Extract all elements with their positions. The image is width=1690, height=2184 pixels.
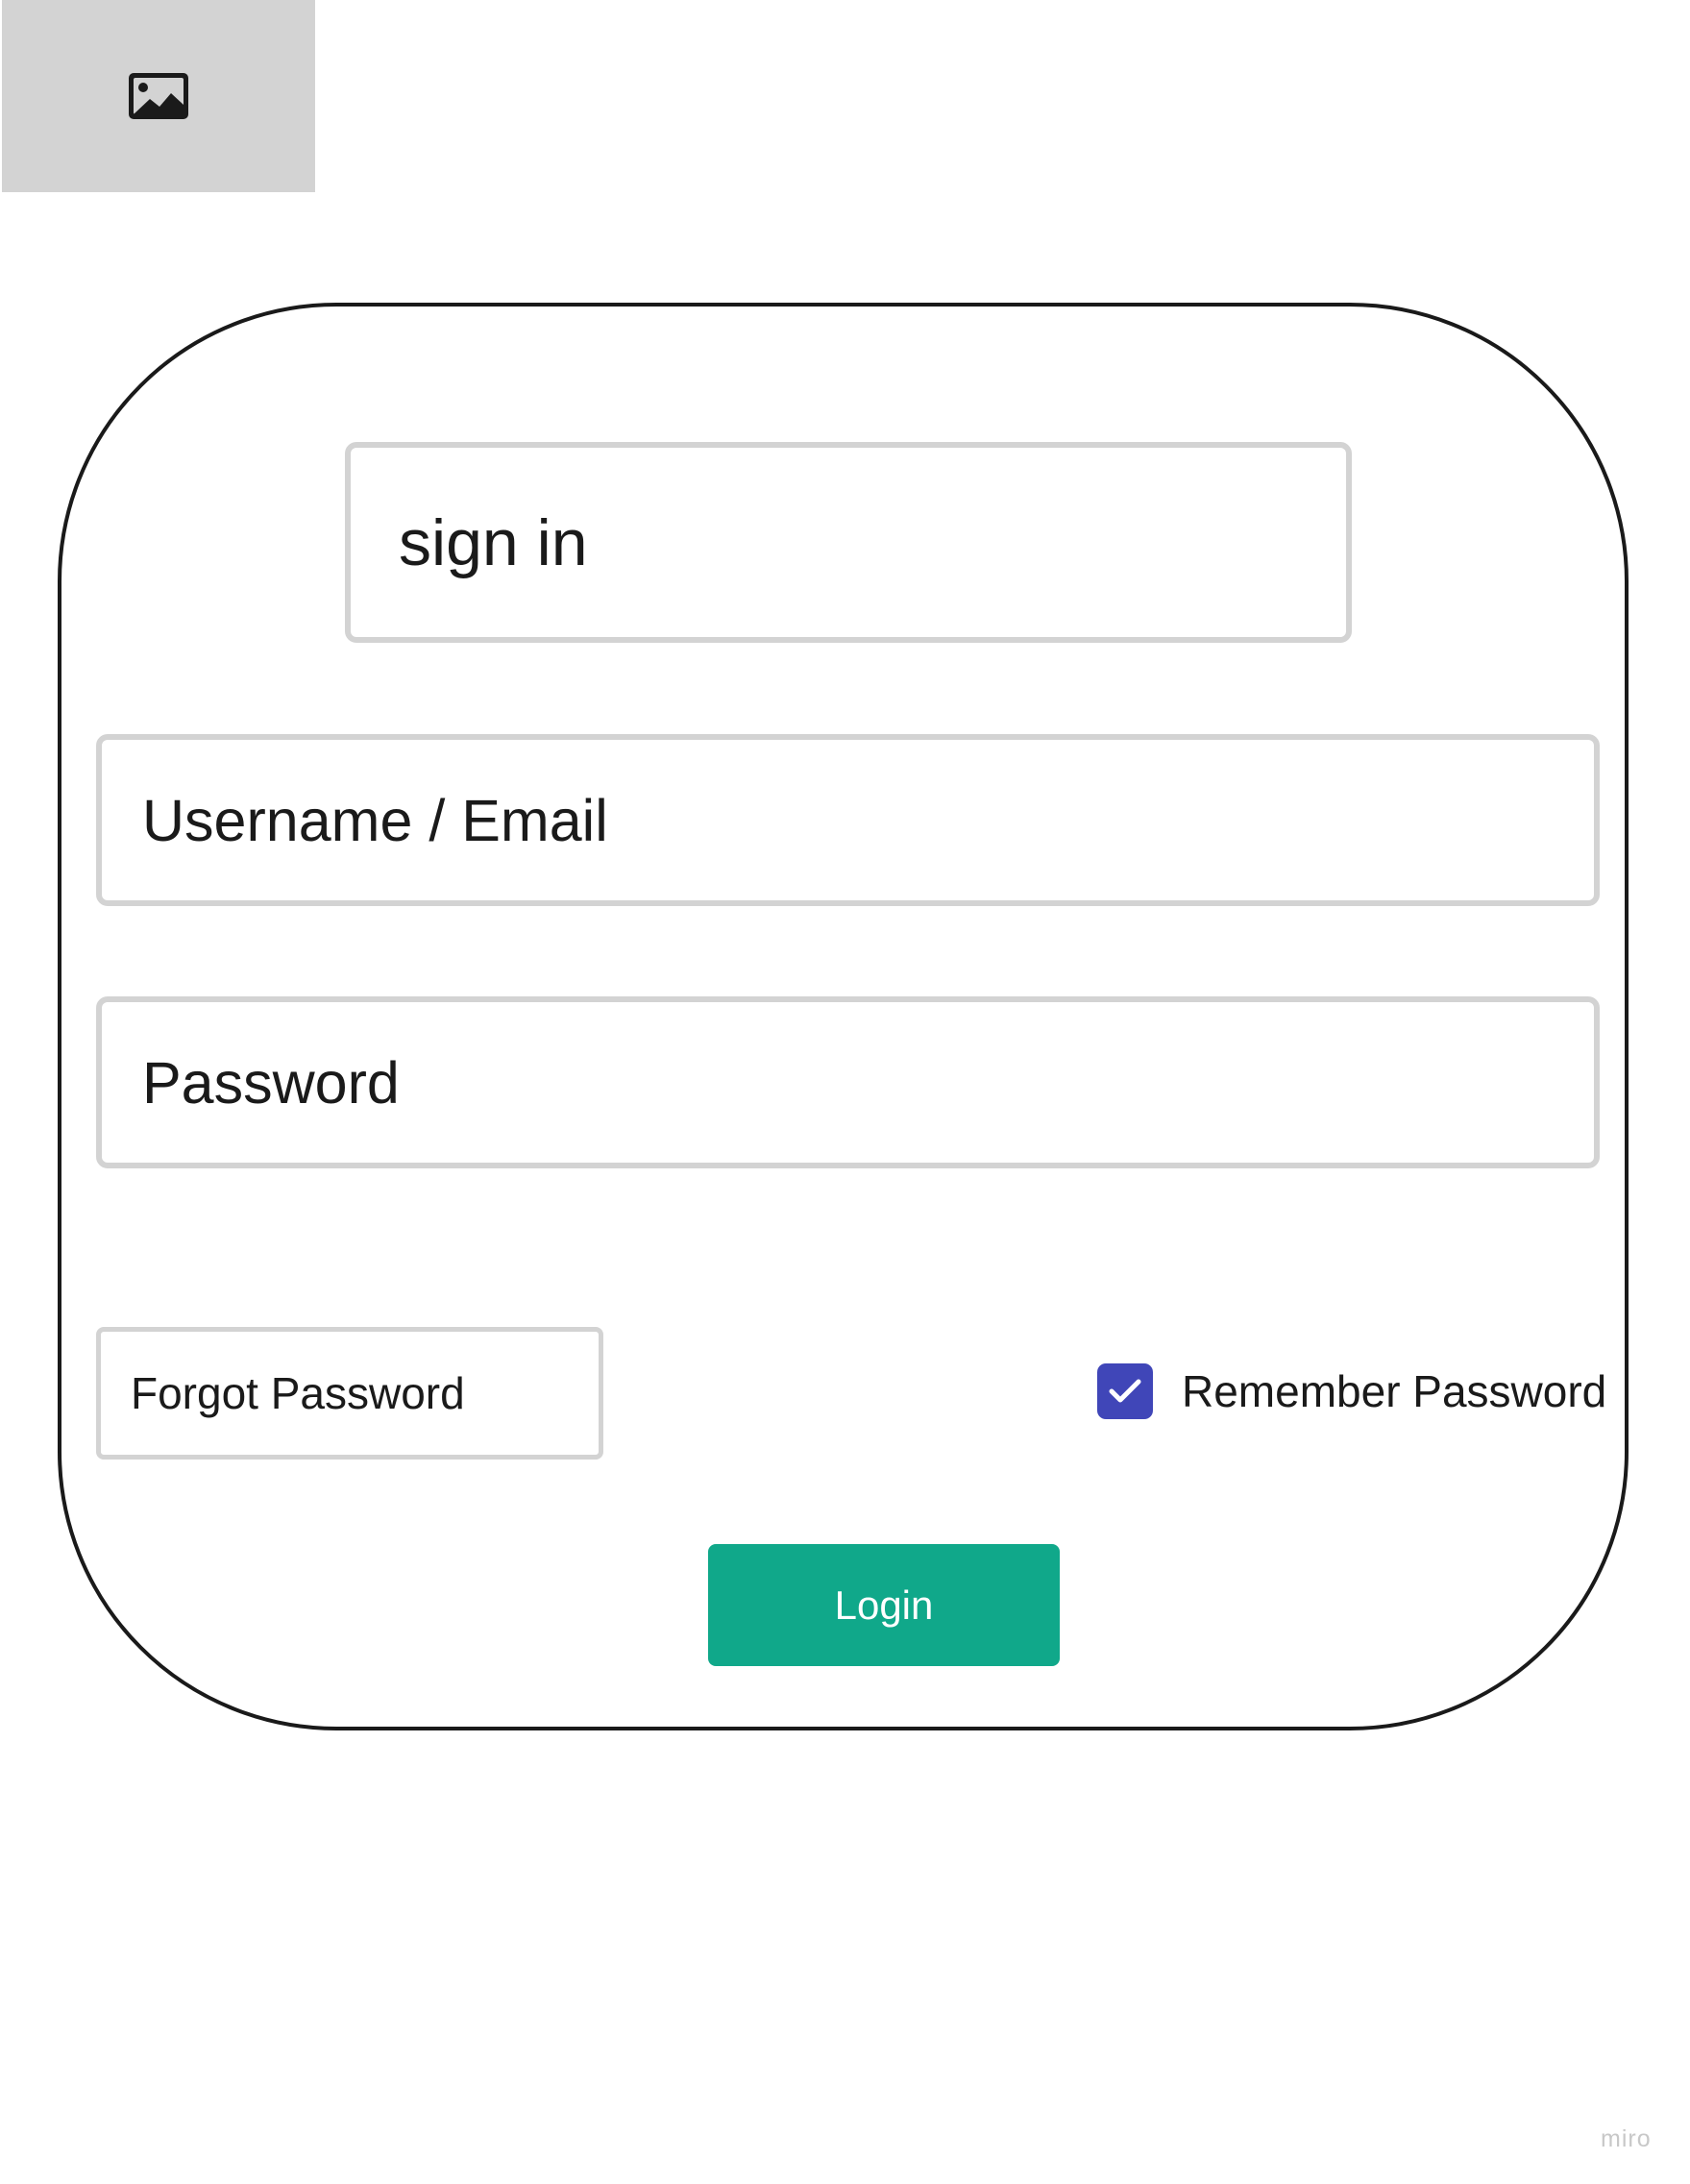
page-title: sign in <box>399 505 588 579</box>
sign-in-title-box: sign in <box>345 442 1352 643</box>
password-placeholder: Password <box>142 1049 400 1116</box>
login-button[interactable]: Login <box>708 1544 1060 1666</box>
remember-password-option[interactable]: Remember Password <box>1097 1362 1606 1420</box>
image-placeholder <box>2 0 315 192</box>
username-email-input[interactable]: Username / Email <box>96 734 1600 906</box>
forgot-password-button[interactable]: Forgot Password <box>96 1327 603 1460</box>
remember-password-checkbox[interactable] <box>1097 1363 1153 1419</box>
username-email-placeholder: Username / Email <box>142 787 608 853</box>
forgot-password-label: Forgot Password <box>131 1368 465 1418</box>
checkmark-icon <box>1109 1379 1141 1403</box>
password-input[interactable]: Password <box>96 996 1600 1168</box>
remember-password-label: Remember Password <box>1182 1366 1607 1416</box>
miro-watermark: miro <box>1601 2125 1652 2152</box>
image-icon <box>129 73 188 119</box>
